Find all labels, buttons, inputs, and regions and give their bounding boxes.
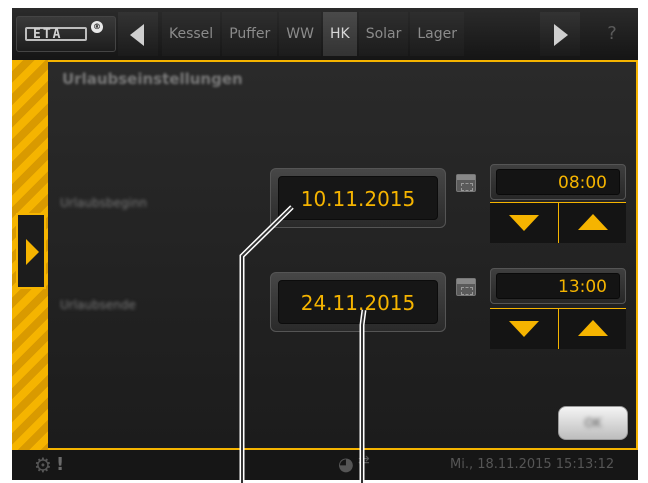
status-bar: ⚙ ! ◕ ⇄ Mi., 18.11.2015 15:13:12 [12, 450, 638, 480]
start-date-field[interactable]: 10.11.2015 [270, 168, 446, 228]
end-date-value: 24.11.2015 [278, 280, 438, 324]
start-time-down-button[interactable] [490, 203, 558, 243]
tab-hk[interactable]: HK [322, 12, 357, 56]
end-time-stepper [490, 308, 626, 349]
tab-solar[interactable]: Solar [358, 12, 409, 56]
end-time-up-button[interactable] [558, 309, 626, 349]
side-menu-button[interactable] [16, 213, 46, 289]
page-title: Urlaubseinstellungen [62, 70, 243, 88]
end-date-field[interactable]: 24.11.2015 [270, 272, 446, 332]
nav-right-button[interactable] [540, 12, 580, 56]
sync-icon: ⇄ [358, 453, 370, 469]
calendar-icon[interactable] [456, 174, 476, 192]
logo-text: ETA [33, 27, 63, 42]
eta-logo[interactable]: ETA ® [16, 16, 116, 52]
status-datetime: Mi., 18.11.2015 15:13:12 [450, 457, 615, 472]
start-label: Urlaubsbeginn [60, 196, 148, 210]
logo-mark: ETA [25, 27, 87, 42]
tab-kessel[interactable]: Kessel [162, 12, 221, 56]
start-date-value: 10.11.2015 [278, 176, 438, 220]
help-button[interactable]: ? [590, 12, 634, 56]
arrow-down-icon [509, 215, 539, 231]
end-label: Urlaubsende [60, 298, 136, 312]
start-time-value: 08:00 [496, 169, 620, 195]
warning-icon[interactable]: ! [56, 454, 64, 475]
nav-left-button[interactable] [118, 12, 158, 56]
network-icon[interactable]: ◕ [338, 454, 354, 475]
tab-bar: Kessel Puffer WW HK Solar Lager [162, 12, 465, 56]
end-time-down-button[interactable] [490, 309, 558, 349]
registered-mark: ® [91, 21, 103, 33]
end-time-value: 13:00 [496, 273, 620, 299]
start-time-field[interactable]: 08:00 [490, 164, 626, 200]
tab-lager[interactable]: Lager [410, 12, 465, 56]
arrow-down-icon [509, 321, 539, 337]
ok-label: OK [584, 416, 602, 430]
tab-ww[interactable]: WW [279, 12, 321, 56]
calendar-icon[interactable] [456, 278, 476, 296]
ok-button[interactable]: OK [558, 406, 628, 440]
arrow-up-icon [578, 214, 608, 230]
gear-icon[interactable]: ⚙ [34, 454, 52, 476]
start-time-stepper [490, 202, 626, 243]
tab-puffer[interactable]: Puffer [222, 12, 278, 56]
arrow-right-icon [26, 239, 39, 265]
screen: ETA ® Kessel Puffer WW HK Solar Lager ? … [0, 0, 648, 483]
arrow-right-icon [554, 24, 568, 46]
end-time-field[interactable]: 13:00 [490, 268, 626, 304]
main-panel: Urlaubseinstellungen Urlaubsbeginn 10.11… [48, 60, 638, 450]
start-time-up-button[interactable] [558, 203, 626, 243]
arrow-up-icon [578, 320, 608, 336]
arrow-left-icon [130, 24, 144, 46]
top-bar: ETA ® Kessel Puffer WW HK Solar Lager ? [12, 8, 638, 60]
